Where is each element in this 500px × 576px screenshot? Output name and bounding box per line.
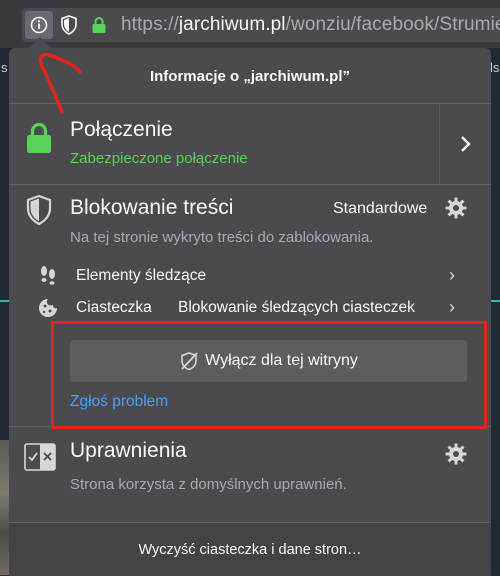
clear-cookies-button[interactable]: Wyczyść ciasteczka i dane stron…: [9, 522, 491, 576]
content-blocking-description: Na tej stronie wykryto treści do zabloko…: [70, 229, 374, 246]
chevron-right-icon: [461, 136, 471, 152]
gear-icon[interactable]: [445, 197, 467, 224]
lock-icon: [25, 122, 53, 159]
permissions-icon: [24, 443, 56, 476]
trackers-label: Elementy śledzące: [76, 267, 207, 284]
clear-cookies-label: Wyczyść ciasteczka i dane stron…: [138, 541, 362, 558]
cookie-icon: [38, 298, 58, 323]
shield-icon: [25, 194, 53, 231]
permissions-title: Uprawnienia: [70, 439, 187, 462]
divider: [9, 184, 491, 185]
gear-icon[interactable]: [445, 443, 467, 470]
chevron-right-icon: ›: [449, 297, 455, 317]
page-divider: [490, 300, 500, 302]
content-blocking-title: Blokowanie treści: [70, 196, 234, 219]
cookies-label: Ciasteczka: [76, 299, 152, 316]
cookies-status: Blokowanie śledzących ciasteczek: [178, 299, 415, 316]
connection-status: Zabezpieczone połączenie: [70, 150, 248, 167]
url-text[interactable]: https://jarchiwum.pl/wonziu/facebook/Str…: [121, 14, 500, 36]
footprints-icon: [39, 265, 57, 290]
page-text-fragment: ls: [490, 60, 500, 75]
annotation-highlight-box: [51, 321, 487, 429]
chevron-right-icon: ›: [449, 265, 455, 285]
connection-title: Połączenie: [70, 118, 173, 141]
site-info-panel: Informacje o „jarchiwum.pl” Połączenie Z…: [9, 48, 492, 576]
connection-details-button[interactable]: [439, 104, 492, 184]
blocking-mode-label: Standardowe: [333, 200, 428, 217]
permissions-description: Strona korzysta z domyślnych uprawnień.: [70, 476, 347, 493]
annotation-arrow: [38, 53, 82, 114]
